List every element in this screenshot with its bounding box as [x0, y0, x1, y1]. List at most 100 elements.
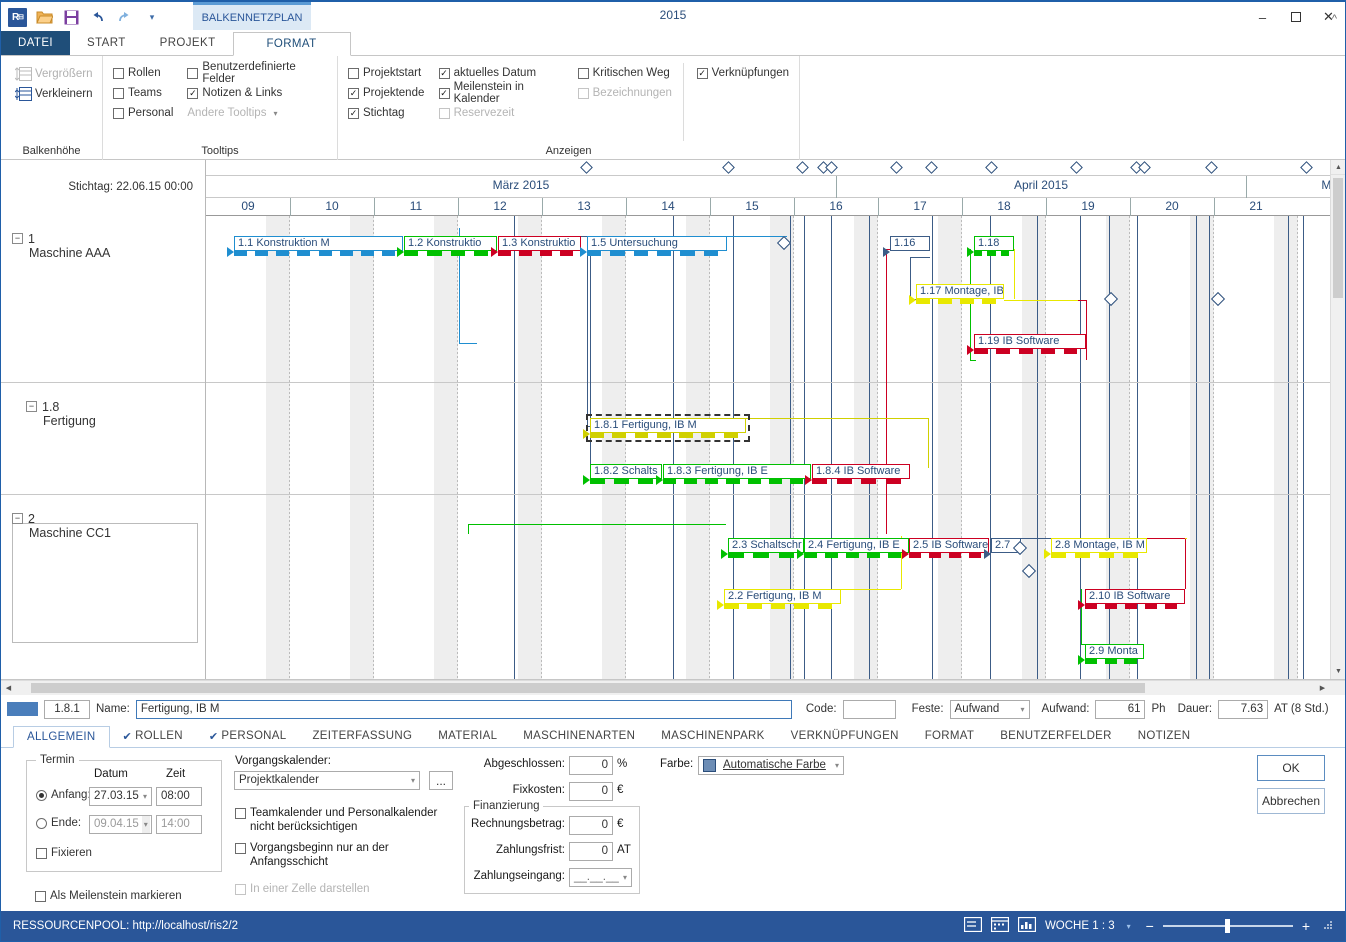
gantt-bar-2-3[interactable]: 2.3 Schaltschr [728, 538, 804, 553]
chevron-down-icon[interactable]: ▾ [623, 869, 627, 886]
chevron-down-icon[interactable]: ▾ [142, 816, 150, 833]
checkbox-projektstart-box[interactable] [348, 68, 359, 79]
vscroll-thumb[interactable] [1333, 178, 1343, 298]
detail-tab-rollen[interactable]: ✔ROLLEN [110, 725, 196, 747]
minimize-button[interactable]: – [1246, 2, 1279, 32]
abgeschlossen-input[interactable]: 0 [569, 756, 613, 775]
gantt-row-header-1-8[interactable]: −1.8 Fertigung [1, 400, 206, 428]
timeline-milestone-marker[interactable] [985, 161, 998, 174]
checkbox-personal[interactable]: Personal [113, 103, 173, 123]
detail-tab-maschinenpark[interactable]: MASCHINENPARK [648, 725, 777, 747]
gantt-bar-2-4[interactable]: 2.4 Fertigung, IB E [804, 538, 909, 553]
vertical-scrollbar[interactable]: ▲ ▼ [1330, 160, 1345, 679]
checkbox-in-einer-zelle-box[interactable] [235, 884, 246, 895]
checkbox-notizen-links-box[interactable]: ✓ [187, 88, 198, 99]
checkbox-kritischen-weg-box[interactable] [578, 68, 589, 79]
vergroessern-button[interactable]: Vergrößern [11, 65, 92, 82]
detail-tab-personal[interactable]: ✔PERSONAL [196, 725, 300, 747]
task-color-swatch[interactable] [7, 702, 38, 716]
gantt-bar-1-19[interactable]: 1.19 IB Software [974, 334, 1086, 349]
timeline-milestone-marker[interactable] [825, 161, 838, 174]
checkbox-als-meilenstein-box[interactable] [35, 891, 46, 902]
checkbox-verknuepfungen-box[interactable]: ✓ [697, 68, 708, 79]
checkbox-teamkalender[interactable]: Teamkalender und Personalkalender nicht … [235, 806, 445, 834]
checkbox-teamkalender-box[interactable] [235, 808, 246, 819]
anfang-zeit-input[interactable]: 08:00 [156, 787, 202, 806]
checkbox-teams-box[interactable] [113, 88, 124, 99]
timeline-milestone-marker[interactable] [1300, 161, 1313, 174]
zoom-slider-thumb[interactable] [1225, 919, 1230, 933]
expander-icon-1-8[interactable]: − [26, 401, 37, 412]
gantt-row-header-2[interactable]: −2 Maschine CC1 [1, 512, 206, 540]
scroll-down-icon[interactable]: ▼ [1331, 664, 1345, 679]
checkbox-teams[interactable]: Teams [113, 83, 173, 103]
ende-zeit-input[interactable]: 14:00 [156, 815, 202, 834]
gantt-bar-1-5[interactable]: 1.5 Untersuchung [587, 236, 727, 251]
gantt-bar-1-8-3[interactable]: 1.8.3 Fertigung, IB E [663, 464, 811, 479]
checkbox-aktuelles-datum[interactable]: ✓ aktuelles Datum [439, 63, 570, 83]
close-button[interactable]: ✕ [1312, 2, 1345, 32]
gantt-bar-1-8-2[interactable]: 1.8.2 Schalts [590, 464, 662, 479]
gantt-bar-2-8[interactable]: 2.8 Montage, IB M [1051, 538, 1147, 553]
detail-tab-verkn-pfungen[interactable]: VERKNÜPFUNGEN [778, 725, 912, 747]
ok-button[interactable]: OK [1257, 755, 1325, 781]
gantt-bar-1-18[interactable]: 1.18 [974, 236, 1014, 251]
farbe-select[interactable]: Automatische Farbe ▾ [698, 756, 844, 775]
radio-anfang[interactable] [36, 790, 47, 801]
scroll-left-icon[interactable]: ◀ [1, 681, 16, 696]
gantt-bar-2-10[interactable]: 2.10 IB Software [1085, 589, 1185, 604]
detail-tab-notizen[interactable]: NOTIZEN [1125, 725, 1204, 747]
timeline-milestone-marker[interactable] [1205, 161, 1218, 174]
checkbox-benutzerdefinierte-felder-box[interactable] [187, 68, 198, 79]
gantt-bar-2-9[interactable]: 2.9 Monta [1085, 644, 1144, 659]
detail-tab-zeiterfassung[interactable]: ZEITERFASSUNG [299, 725, 425, 747]
checkbox-bezeichnungen[interactable]: Bezeichnungen [578, 83, 683, 103]
checkbox-in-einer-zelle[interactable]: In einer Zelle darstellen [235, 879, 370, 899]
gantt-row-header-1[interactable]: −1 Maschine AAA [1, 232, 206, 260]
gantt-bar-1-16[interactable]: 1.16 [890, 236, 930, 251]
checkbox-reservezeit-box[interactable] [439, 108, 450, 119]
checkbox-personal-box[interactable] [113, 108, 124, 119]
timeline-milestone-marker[interactable] [722, 161, 735, 174]
dauer-input[interactable]: 7.63 [1218, 700, 1268, 719]
timeline-milestone-marker[interactable] [925, 161, 938, 174]
checkbox-fixieren[interactable]: Fixieren [36, 843, 92, 863]
checkbox-benutzerdefinierte-felder[interactable]: Benutzerdefinierte Felder [187, 63, 327, 83]
zoom-slider[interactable] [1163, 925, 1293, 927]
maximize-button[interactable] [1279, 2, 1312, 32]
expander-icon-1[interactable]: − [12, 233, 23, 244]
detail-tab-benutzerfelder[interactable]: BENUTZERFELDER [987, 725, 1125, 747]
checkbox-vorgangsbeginn[interactable]: Vorgangsbeginn nur an der Anfangsschicht [235, 841, 415, 869]
gantt-bar-2-5[interactable]: 2.5 IB Software [909, 538, 989, 553]
vorgangskalender-browse-button[interactable]: ... [429, 771, 453, 790]
checkbox-meilenstein-in-kalender[interactable]: ✓ Meilenstein in Kalender [439, 83, 570, 103]
dropdown-andere-tooltips[interactable]: Andere Tooltips ▾ [187, 103, 327, 123]
timeline-milestone-marker[interactable] [1070, 161, 1083, 174]
detail-tab-maschinenarten[interactable]: MASCHINENARTEN [510, 725, 648, 747]
ende-datum-input[interactable]: 09.04.15 ▾ [89, 815, 152, 834]
detail-tab-allgemein[interactable]: ALLGEMEIN [13, 726, 110, 748]
timeline-milestone-marker[interactable] [796, 161, 809, 174]
checkbox-projektende-box[interactable]: ✓ [348, 88, 359, 99]
aufwand-input[interactable]: 61 [1095, 700, 1145, 719]
cancel-button[interactable]: Abbrechen [1257, 788, 1325, 814]
list-view-icon[interactable] [964, 917, 982, 935]
gantt-bar-1-8-4[interactable]: 1.8.4 IB Software [812, 464, 910, 479]
checkbox-verknuepfungen[interactable]: ✓ Verknüpfungen [697, 63, 789, 83]
radio-ende[interactable] [36, 818, 47, 829]
checkbox-aktuelles-datum-box[interactable]: ✓ [439, 68, 450, 79]
zahlungseingang-input[interactable]: __.__.__ ▾ [569, 868, 632, 887]
checkbox-als-meilenstein[interactable]: Als Meilenstein markieren [35, 886, 182, 906]
checkbox-notizen-links[interactable]: ✓ Notizen & Links [187, 83, 327, 103]
chevron-down-icon[interactable]: ▾ [835, 757, 839, 774]
detail-tab-format[interactable]: FORMAT [912, 725, 988, 747]
gantt-grid[interactable]: 1.1 Konstruktion M1.2 Konstruktio1.3 Kon… [206, 216, 1345, 679]
chevron-down-icon[interactable]: ▾ [143, 788, 147, 805]
task-id-field[interactable]: 1.8.1 [44, 700, 90, 719]
checkbox-stichtag-box[interactable]: ✓ [348, 108, 359, 119]
calendar-view-icon[interactable] [991, 917, 1009, 935]
zoom-out-button[interactable]: − [1146, 918, 1154, 934]
chevron-down-icon[interactable]: ▾ [411, 772, 415, 789]
chevron-down-icon[interactable]: ▾ [1127, 922, 1131, 931]
chart-view-icon[interactable] [1018, 917, 1036, 935]
